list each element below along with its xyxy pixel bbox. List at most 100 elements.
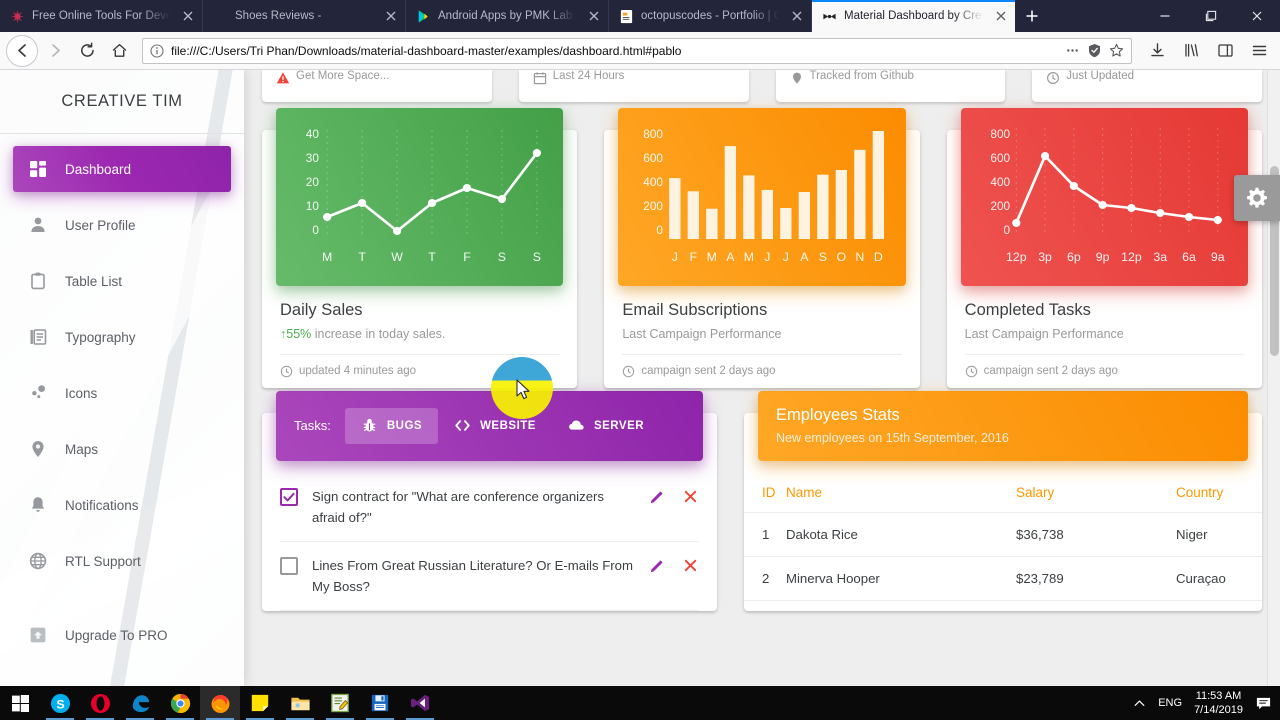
browser-tab-4[interactable]: octopuscodes - Portfolio | Cod [609,0,812,32]
svg-text:M: M [744,250,754,264]
sidebar-brand[interactable]: CREATIVE TIM [0,70,244,134]
edge-icon [132,694,149,712]
close-icon[interactable] [682,488,699,505]
minimize-button[interactable] [1142,0,1188,32]
browser-tab-3[interactable]: Android Apps by PMK Lab on G [406,0,609,32]
taskbar-notepad[interactable] [320,686,360,720]
taskbar-save-app[interactable] [360,686,400,720]
library-button[interactable] [1176,36,1206,66]
cell-country: Curaçao [1176,556,1262,601]
stat-card-just-updated[interactable]: Just Updated [1032,70,1262,102]
tray-clock[interactable]: 11:53 AM 7/14/2019 [1194,689,1243,717]
column-header-id[interactable]: ID [744,472,786,513]
card-subtitle: Last Campaign Performance [622,326,782,341]
svg-text:S: S [498,250,506,264]
browser-tab-1[interactable]: Free Online Tools For Develope [0,0,203,32]
start-button[interactable] [0,686,40,720]
employees-table: ID Name Salary Country 1 Dakota Rice $36… [744,472,1262,601]
close-icon[interactable] [180,8,196,24]
close-icon[interactable] [789,8,805,24]
tab-server[interactable]: SERVER [552,408,660,444]
address-bar[interactable]: file:///C:/Users/Tri Phan/Downloads/mate… [142,37,1132,64]
daily-sales-chart[interactable]: 40 30 20 10 0 MTW TFS S [276,108,564,286]
sidebar-item-icons[interactable]: Icons [13,370,231,416]
close-icon[interactable] [993,8,1009,24]
sidebar-nav: Dashboard User Profile Table List Typogr… [0,134,244,658]
sidebar-item-maps[interactable]: Maps [13,426,231,472]
taskbar-skype[interactable]: S [40,686,80,720]
chart-cards-row: 40 30 20 10 0 MTW TFS S Daily Sales ↑55%… [262,108,1262,388]
task-checkbox-unchecked[interactable] [280,556,298,575]
sidebar-item-table-list[interactable]: Table List [13,258,231,304]
table-row[interactable]: 1 Dakota Rice $36,738 Niger [744,512,1262,557]
employees-table-body: 1 Dakota Rice $36,738 Niger 2 Minerva Ho… [744,512,1262,601]
close-icon[interactable] [682,557,699,574]
forward-button[interactable] [40,36,70,66]
stat-card-last-24-hours[interactable]: Last 24 Hours [518,70,749,102]
sidebar-item-dashboard[interactable]: Dashboard [13,146,231,192]
page-scrollbar[interactable] [1267,70,1280,686]
svg-text:F: F [463,250,471,264]
pencil-icon[interactable] [649,488,666,505]
sidebar-item-user-profile[interactable]: User Profile [13,202,231,248]
url-text[interactable]: file:///C:/Users/Tri Phan/Downloads/mate… [171,44,1058,58]
taskbar-chrome[interactable] [160,686,200,720]
bottom-row: Tasks: BUGS WEBSITE SERVER Sign contract… [262,390,1262,612]
pencil-icon[interactable] [649,557,666,574]
stat-card-get-more-space[interactable]: Get More Space... [262,70,492,102]
taskbar-firefox[interactable] [200,686,240,720]
back-button[interactable] [6,34,38,67]
sidebar-item-rtl-support[interactable]: RTL Support [13,538,231,584]
taskbar-sticky-notes[interactable] [240,686,280,720]
sidebar-item-label: Maps [65,441,99,457]
taskbar-edge[interactable] [120,686,160,720]
library-icon [1184,43,1198,57]
browser-tab-2[interactable]: Shoes Reviews - [203,0,406,32]
sidebars-button[interactable] [1210,36,1240,66]
column-header-salary[interactable]: Salary [1016,472,1176,513]
svg-text:12p: 12p [1121,250,1142,264]
maximize-button[interactable] [1188,0,1234,32]
sidebar-item-label: Upgrade To PRO [65,627,168,643]
table-row[interactable]: 2 Minerva Hooper $23,789 Curaçao [744,556,1262,601]
page-actions-icon[interactable] [1065,43,1080,58]
downloads-button[interactable] [1142,36,1172,66]
toolbar-right [1142,36,1274,66]
show-hidden-icons-chevron[interactable] [1133,697,1146,710]
email-subscriptions-chart[interactable]: 800 600 400 200 0 J F M A M J J A S O N … [618,108,906,286]
tab-bugs[interactable]: BUGS [344,407,439,444]
close-window-button[interactable] [1234,0,1280,32]
sidebar-item-notifications[interactable]: Notifications [13,482,231,528]
taskbar-opera[interactable] [80,686,120,720]
stat-card-label: Last 24 Hours [552,70,625,82]
column-header-name[interactable]: Name [786,472,1016,513]
series-bars [669,131,885,239]
menu-button[interactable] [1244,36,1274,66]
home-button[interactable] [104,36,134,66]
sidebar-item-upgrade-to-pro[interactable]: Upgrade To PRO [13,612,231,658]
svg-text:20: 20 [306,176,320,189]
taskbar-visual-studio[interactable] [400,686,440,720]
new-tab-button[interactable] [1015,0,1049,32]
close-icon[interactable] [586,8,602,24]
close-icon[interactable] [383,8,399,24]
bookmark-star-icon[interactable] [1109,43,1124,58]
taskbar-file-explorer[interactable] [280,686,320,720]
x-axis-ticks: 12p 3p 6p 9p 12p 3a 6a 9a [1006,250,1225,264]
chrome-icon [170,693,190,713]
sidebar-item-typography[interactable]: Typography [13,314,231,360]
stat-card-tracked-from-github[interactable]: Tracked from Github [775,70,1006,102]
settings-panel-toggle[interactable] [1234,175,1280,221]
browser-tab-5-active[interactable]: Material Dashboard by Creative [812,0,1015,32]
svg-text:W: W [391,250,403,264]
page-info-icon[interactable] [150,43,164,58]
minimize-icon [1160,15,1170,17]
task-checkbox-checked[interactable] [280,487,298,506]
notifications-icon[interactable] [1255,695,1272,712]
stat-card-label: Just Updated [1066,70,1135,82]
shield-icon[interactable] [1087,43,1102,58]
tray-language[interactable]: ENG [1158,697,1182,709]
completed-tasks-chart[interactable]: 800 600 400 200 0 12p 3p 6p 9p 12p 3a 6a… [960,108,1248,286]
reload-button[interactable] [72,36,102,66]
column-header-country[interactable]: Country [1176,472,1262,513]
